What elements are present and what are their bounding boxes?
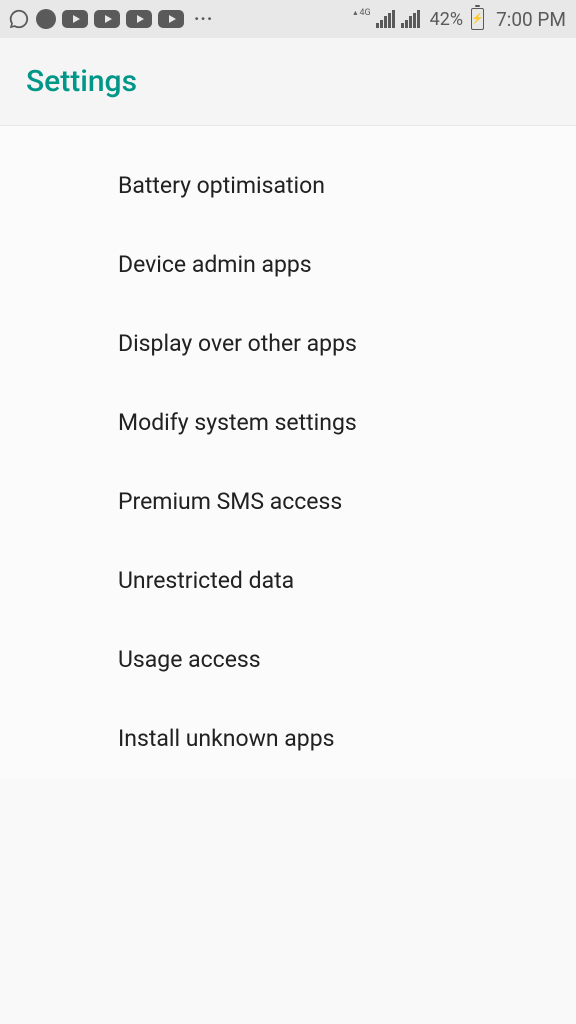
settings-item-label: Usage access bbox=[118, 646, 261, 673]
settings-item-display-over-other-apps[interactable]: Display over other apps bbox=[0, 304, 576, 383]
youtube-icon bbox=[126, 10, 152, 28]
network-type-label: 4G bbox=[359, 8, 370, 18]
settings-item-label: Battery optimisation bbox=[118, 172, 325, 199]
settings-item-device-admin-apps[interactable]: Device admin apps bbox=[0, 225, 576, 304]
battery-charging-icon: ⚡ bbox=[471, 8, 484, 30]
settings-item-unrestricted-data[interactable]: Unrestricted data bbox=[0, 541, 576, 620]
more-notifications-icon: ··· bbox=[194, 9, 213, 30]
page-title: Settings bbox=[26, 64, 137, 99]
signal-strength-icon bbox=[376, 10, 395, 28]
data-arrow-icon: ▴ bbox=[353, 8, 357, 17]
clock: 7:00 PM bbox=[496, 8, 566, 31]
settings-item-label: Premium SMS access bbox=[118, 488, 342, 515]
settings-item-modify-system-settings[interactable]: Modify system settings bbox=[0, 383, 576, 462]
settings-item-label: Device admin apps bbox=[118, 251, 312, 278]
settings-list: Battery optimisation Device admin apps D… bbox=[0, 126, 576, 778]
signal-strength-icon bbox=[401, 10, 420, 28]
youtube-icon bbox=[62, 10, 88, 28]
settings-item-battery-optimisation[interactable]: Battery optimisation bbox=[0, 146, 576, 225]
battery-percent: 42% bbox=[430, 9, 463, 30]
settings-item-install-unknown-apps[interactable]: Install unknown apps bbox=[0, 699, 576, 778]
settings-item-premium-sms-access[interactable]: Premium SMS access bbox=[0, 462, 576, 541]
status-bar: ··· ▴ 4G 42% ⚡ 7:00 PM bbox=[0, 0, 576, 38]
settings-item-label: Display over other apps bbox=[118, 330, 357, 357]
app-bar: Settings bbox=[0, 38, 576, 126]
whatsapp-icon bbox=[8, 8, 30, 30]
youtube-icon bbox=[94, 10, 120, 28]
notification-dot-icon bbox=[36, 9, 56, 29]
settings-item-label: Install unknown apps bbox=[118, 725, 335, 752]
settings-item-usage-access[interactable]: Usage access bbox=[0, 620, 576, 699]
settings-item-label: Unrestricted data bbox=[118, 567, 294, 594]
settings-item-label: Modify system settings bbox=[118, 409, 357, 436]
status-left: ··· bbox=[8, 8, 213, 30]
youtube-icon bbox=[158, 10, 184, 28]
status-right: ▴ 4G 42% ⚡ 7:00 PM bbox=[353, 8, 568, 31]
